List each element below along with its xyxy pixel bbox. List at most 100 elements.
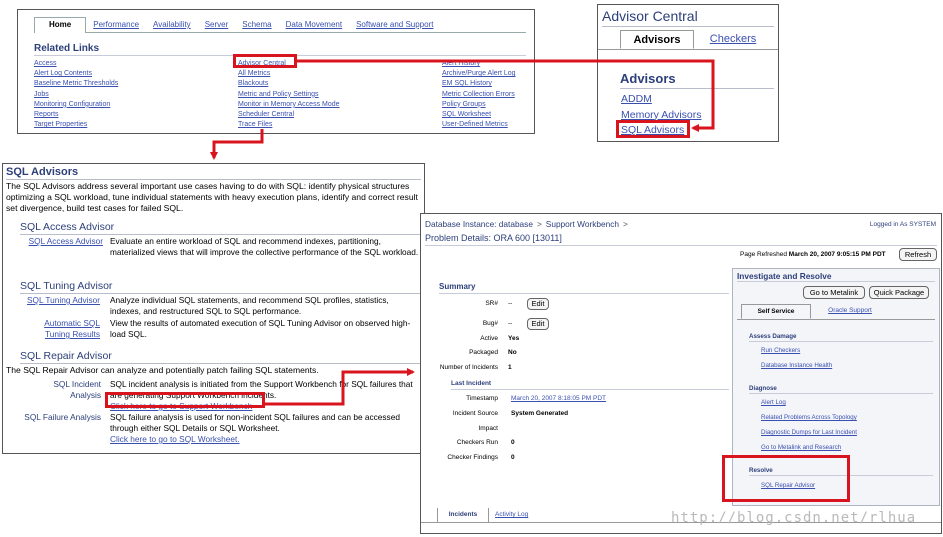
related-link[interactable]: Reports: [34, 110, 118, 120]
page-refreshed-value: March 20, 2007 9:05:15 PM PDT: [788, 251, 886, 258]
edit-bug-button[interactable]: Edit: [527, 318, 549, 330]
tab-software-and-support[interactable]: Software and Support: [349, 17, 440, 32]
sql-advisors-link[interactable]: SQL Advisors: [621, 123, 702, 139]
go-to-metalink-button[interactable]: Go to Metalink: [803, 286, 865, 299]
go-to-sql-worksheet-link[interactable]: Click here to go to SQL Worksheet.: [110, 434, 422, 445]
resolve-heading: Resolve: [749, 467, 773, 474]
memory-advisors-link[interactable]: Memory Advisors: [621, 108, 702, 124]
related-link[interactable]: Metric and Policy Settings: [238, 90, 340, 100]
quick-package-button[interactable]: Quick Package: [869, 286, 929, 299]
sql-tuning-advisor-description: Analyze individual SQL statements, and r…: [110, 295, 389, 316]
checkers-run-label: Checkers Run: [456, 439, 498, 446]
go-to-metalink-research-link[interactable]: Go to Metalink and Research: [761, 444, 841, 451]
tab-home[interactable]: Home: [34, 17, 87, 33]
related-link[interactable]: Archive/Purge Alert Log: [442, 69, 516, 79]
related-link[interactable]: Jobs: [34, 90, 118, 100]
sql-tuning-advisor-link[interactable]: SQL Tuning Advisor: [20, 295, 100, 306]
sql-access-advisor-link[interactable]: SQL Access Advisor: [20, 236, 103, 247]
title-divider: [6, 179, 421, 180]
incident-source-value: System Generated: [511, 410, 569, 417]
last-incident-divider: [451, 389, 729, 390]
go-to-support-workbench-link[interactable]: Click here to go to Support Workbench: [110, 401, 422, 412]
related-link[interactable]: Target Properties: [34, 120, 118, 130]
section-divider: [34, 55, 526, 56]
tab-activity-log[interactable]: Activity Log: [495, 508, 528, 521]
related-link[interactable]: Trace Files: [238, 120, 340, 130]
tab-schema[interactable]: Schema: [235, 17, 278, 32]
support-workbench-panel: Database Instance: database > Support Work…: [420, 213, 942, 534]
advisor-central-panel: Advisor Central Advisors Checkers Adviso…: [597, 4, 779, 142]
advisor-central-link[interactable]: Advisor Central: [238, 59, 340, 69]
tab-advisors[interactable]: Advisors: [620, 30, 694, 49]
edit-sr-button[interactable]: Edit: [527, 298, 549, 310]
packaged-label: Packaged: [469, 349, 498, 356]
tab-server[interactable]: Server: [198, 17, 236, 32]
refresh-button[interactable]: Refresh: [899, 248, 937, 261]
related-link[interactable]: Metric Collection Errors: [442, 90, 516, 100]
service-tab-bar: Self Service Oracle Support: [737, 304, 935, 320]
related-link[interactable]: Alert History: [442, 59, 516, 69]
breadcrumb-database-instance[interactable]: Database Instance: database: [425, 219, 533, 229]
section-divider: [20, 293, 421, 294]
run-checkers-link[interactable]: Run Checkers: [761, 347, 800, 354]
related-link[interactable]: SQL Worksheet: [442, 110, 516, 120]
group-divider: [749, 341, 933, 342]
automatic-sql-tuning-results-line-1[interactable]: Automatic SQL: [20, 318, 100, 329]
related-link[interactable]: Access: [34, 59, 118, 69]
related-link[interactable]: Monitoring Configuration: [34, 100, 118, 110]
checker-findings-label: Checker Findings: [447, 454, 498, 461]
summary-heading: Summary: [439, 282, 476, 291]
related-link[interactable]: Monitor in Memory Access Mode: [238, 100, 340, 110]
sql-incident-analysis-description: SQL incident analysis is initiated from …: [110, 379, 422, 412]
tab-self-service[interactable]: Self Service: [741, 304, 811, 319]
home-tab-bar: Home Performance Availability Server Sch…: [34, 17, 526, 33]
related-link[interactable]: Policy Groups: [442, 100, 516, 110]
tab-checkers[interactable]: Checkers: [702, 30, 764, 49]
tab-availability[interactable]: Availability: [146, 17, 198, 32]
tab-data-movement[interactable]: Data Movement: [279, 17, 349, 32]
related-links-column-1: Access Alert Log Contents Baseline Metri…: [34, 59, 118, 130]
related-link[interactable]: User-Defined Metrics: [442, 120, 516, 130]
timestamp-link[interactable]: March 20, 2007 8:18:05 PM PDT: [511, 395, 606, 402]
section-divider: [20, 234, 421, 235]
related-problems-link[interactable]: Related Problems Across Topology: [761, 414, 857, 421]
investigate-and-resolve-heading: Investigate and Resolve: [737, 271, 832, 281]
automatic-sql-tuning-results-line-2[interactable]: Tuning Results: [20, 329, 100, 340]
sql-failure-analysis-text: SQL failure analysis is used for non-inc…: [110, 412, 400, 433]
related-link[interactable]: Alert Log Contents: [34, 69, 118, 79]
tab-oracle-support[interactable]: Oracle Support: [817, 304, 883, 319]
related-link[interactable]: Baseline Metric Thresholds: [34, 79, 118, 89]
last-incident-heading: Last Incident: [451, 380, 492, 387]
sr-value: --: [508, 300, 513, 307]
related-link[interactable]: All Metrics: [238, 69, 340, 79]
diagnostic-dumps-link[interactable]: Diagnostic Dumps for Last Incident: [761, 429, 857, 436]
breadcrumb-separator-icon: >: [536, 219, 542, 229]
related-link[interactable]: Blackouts: [238, 79, 340, 89]
related-links-column-3: Alert History Archive/Purge Alert Log EM…: [442, 59, 516, 130]
related-link[interactable]: EM SQL History: [442, 79, 516, 89]
bug-label: Bug#: [482, 320, 498, 327]
addm-link[interactable]: ADDM: [621, 92, 702, 108]
related-links-heading: Related Links: [34, 43, 100, 54]
sql-repair-advisor-intro: The SQL Repair Advisor can analyze and p…: [6, 365, 319, 375]
database-instance-health-link[interactable]: Database Instance Health: [761, 362, 832, 369]
sql-failure-analysis-label: SQL Failure Analysis: [24, 412, 101, 422]
section-divider: [20, 363, 421, 364]
logged-in-label: Logged in As SYSTEM: [869, 221, 936, 228]
breadcrumb: Database Instance: database > Support Work…: [425, 219, 632, 229]
tab-performance[interactable]: Performance: [86, 17, 146, 32]
advisors-divider: [620, 88, 774, 89]
sql-advisors-intro: The SQL Advisors address several importa…: [6, 181, 418, 213]
breadcrumb-support-workbench[interactable]: Support Workbench: [546, 219, 619, 229]
investigate-and-resolve-box: Investigate and Resolve Go to Metalink Q…: [732, 268, 940, 506]
tab-incidents[interactable]: Incidents: [437, 508, 489, 523]
investigate-divider: [737, 281, 935, 282]
number-of-incidents-value: 1: [508, 364, 512, 371]
active-label: Active: [480, 335, 498, 342]
alert-log-link[interactable]: Alert Log: [761, 399, 786, 406]
related-link[interactable]: Scheduler Central: [238, 110, 340, 120]
sql-repair-advisor-link[interactable]: SQL Repair Advisor: [761, 482, 815, 489]
timestamp-label: Timestamp: [466, 395, 498, 402]
automatic-sql-tuning-results-link[interactable]: Automatic SQL Tuning Results: [20, 318, 100, 340]
group-divider: [749, 393, 933, 394]
